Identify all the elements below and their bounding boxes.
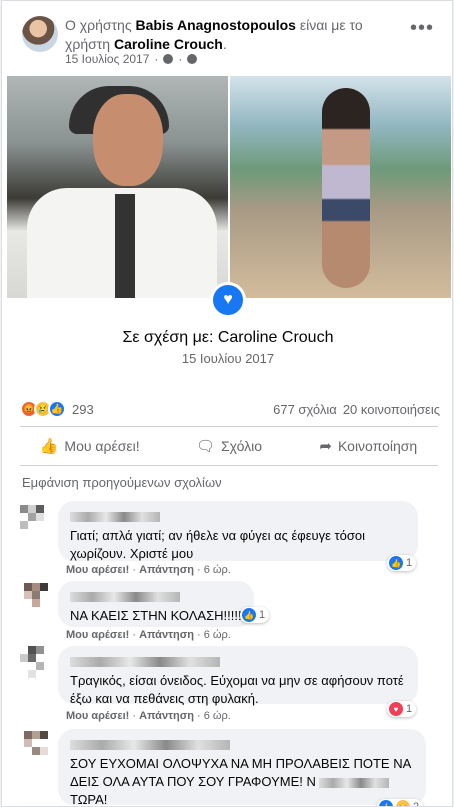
share-count[interactable]: 20 κοινοποιήσεις <box>343 402 440 417</box>
comment-bubble: Τραγικός, είσαι όνειδος. Εύχομαι να μην … <box>58 646 418 706</box>
clock-icon <box>163 54 174 64</box>
like-label: Μου αρέσει! <box>64 438 140 454</box>
commenter-name[interactable] <box>70 654 406 668</box>
comment-like-link[interactable]: Μου αρέσει! <box>66 629 129 641</box>
comment-reply-link[interactable]: Απάντηση <box>139 564 194 576</box>
photo-pair <box>7 76 451 298</box>
thumbs-up-icon: 👍 <box>39 438 59 455</box>
comment-bubble: Γιατί; απλά γιατί; αν ήθελε να φύγει ας … <box>58 501 418 561</box>
comment-reaction-count: 1 <box>259 609 266 621</box>
commenter-name[interactable] <box>70 737 414 751</box>
like-icon: 👍 <box>379 800 393 806</box>
post-card: Ο χρήστης Babis Anagnostopoulos είναι με… <box>1 0 453 807</box>
post-meta: 15 Ιουλίος 2017 · · <box>65 52 198 66</box>
post-stats: 😡 😢 👍 293 677 σχόλια 20 κοινοποιήσεις <box>20 399 440 419</box>
author-avatar[interactable] <box>22 16 58 52</box>
comment-like-link[interactable]: Μου αρέσει! <box>66 710 129 722</box>
person-shape <box>322 88 370 288</box>
comment-actions: Μου αρέσει! · Απάντηση · 6 ώρ. <box>66 564 231 576</box>
more-options-button[interactable]: ••• <box>410 18 434 38</box>
tagged-name-link[interactable]: Caroline Crouch <box>114 36 223 52</box>
like-icon: 👍 <box>242 608 256 622</box>
comment-text: ΝΑ ΚΑΕΙΣ ΣΤΗΝ ΚΟΛΑΣΗ!!!!! <box>70 608 242 623</box>
heading-prefix: Ο χρήστης <box>65 17 132 33</box>
comment-reply-link[interactable]: Απάντηση <box>139 629 194 641</box>
view-previous-comments-link[interactable]: Εμφάνιση προηγούμενων σχολίων <box>22 475 222 490</box>
like-icon: 👍 <box>48 400 66 418</box>
relationship-date: 15 Ιουλίου 2017 <box>181 351 275 366</box>
comment-bubble: ΣΟΥ ΕΥΧΟΜΑΙ ΟΛΟΨΥΧΑ ΝΑ ΜΗ ΠΡΟΛΑΒΕΙΣ ΠΟΤΕ… <box>58 729 426 807</box>
tie-shape <box>115 194 135 298</box>
reaction-icons[interactable]: 😡 😢 👍 <box>20 400 66 418</box>
comment-actions: Μου αρέσει! · Απάντηση · 6 ώρ. <box>66 629 231 641</box>
pilot-photo[interactable] <box>7 76 228 298</box>
comment-reactions[interactable]: 👍 😆 2 <box>377 799 424 807</box>
comment-reactions[interactable]: 👍 1 <box>387 555 417 571</box>
comment-count[interactable]: 677 σχόλια <box>273 402 337 417</box>
post-heading: Ο χρήστης Babis Anagnostopoulos είναι με… <box>65 16 405 54</box>
commenter-avatar[interactable] <box>20 729 52 761</box>
commenter-name[interactable] <box>70 589 242 603</box>
like-icon: 👍 <box>389 556 403 570</box>
post-date[interactable]: 15 Ιουλίος 2017 <box>65 52 149 66</box>
haha-icon: 😆 <box>396 800 410 806</box>
share-button[interactable]: ➦ Κοινοποίηση <box>299 427 438 465</box>
comment-reactions[interactable]: ♥ 1 <box>387 701 417 717</box>
comment-like-link[interactable]: Μου αρέσει! <box>66 564 129 576</box>
commenter-avatar[interactable] <box>20 646 52 678</box>
comment-reactions[interactable]: 👍 1 <box>240 607 270 623</box>
reaction-count[interactable]: 293 <box>72 402 94 417</box>
comment-time[interactable]: 6 ώρ. <box>204 564 231 576</box>
heading-suffix: . <box>222 36 227 52</box>
comment-time[interactable]: 6 ώρ. <box>204 710 231 722</box>
comment-text-line: ΤΩΡΑ! <box>70 792 108 807</box>
face-shape <box>93 94 163 186</box>
action-bar: 👍 Μου αρέσει! 🗨 Σχόλιο ➦ Κοινοποίηση <box>20 426 438 466</box>
heart-icon: ♥ <box>389 702 403 716</box>
share-label: Κοινοποίηση <box>337 438 418 454</box>
comment-time[interactable]: 6 ώρ. <box>204 629 231 641</box>
comment-reaction-count: 2 <box>413 801 420 807</box>
share-arrow-icon: ➦ <box>319 438 332 455</box>
beach-photo[interactable] <box>230 76 451 298</box>
relationship-heart-icon: ♥ <box>210 282 246 318</box>
comment-button[interactable]: 🗨 Σχόλιο <box>159 427 298 465</box>
globe-icon <box>187 54 198 64</box>
like-button[interactable]: 👍 Μου αρέσει! <box>20 427 159 465</box>
comment-text: ΣΟΥ ΕΥΧΟΜΑΙ ΟΛΟΨΥΧΑ ΝΑ ΜΗ ΠΡΟΛΑΒΕΙΣ ΠΟΤΕ… <box>70 755 414 807</box>
speech-bubble-icon: 🗨 <box>195 438 215 455</box>
comment-text: Γιατί; απλά γιατί; αν ήθελε να φύγει ας … <box>70 528 366 561</box>
separator-dot: · <box>154 52 159 66</box>
post-header: Ο χρήστης Babis Anagnostopoulos είναι με… <box>2 1 452 75</box>
relationship-title: Σε σχέση με: Caroline Crouch <box>122 329 334 346</box>
comment-bubble: ΝΑ ΚΑΕΙΣ ΣΤΗΝ ΚΟΛΑΣΗ!!!!! <box>58 581 254 627</box>
comment-text: Τραγικός, είσαι όνειδος. Εύχομαι να μην … <box>70 673 404 706</box>
stats-right: 677 σχόλια 20 κοινοποιήσεις <box>273 402 440 417</box>
comment-reaction-count: 1 <box>406 703 413 715</box>
comment-reaction-count: 1 <box>406 557 413 569</box>
comment-actions: Μου αρέσει! · Απάντηση · 6 ώρ. <box>66 710 231 722</box>
separator-dot: · <box>178 52 183 66</box>
commenter-avatar[interactable] <box>20 581 52 613</box>
commenter-name[interactable] <box>70 509 406 523</box>
comment-label: Σχόλιο <box>220 438 263 454</box>
blurred-name <box>319 777 390 788</box>
author-name-link[interactable]: Babis Anagnostopoulos <box>135 17 295 33</box>
comment-reply-link[interactable]: Απάντηση <box>139 710 194 722</box>
commenter-avatar[interactable] <box>20 501 52 533</box>
